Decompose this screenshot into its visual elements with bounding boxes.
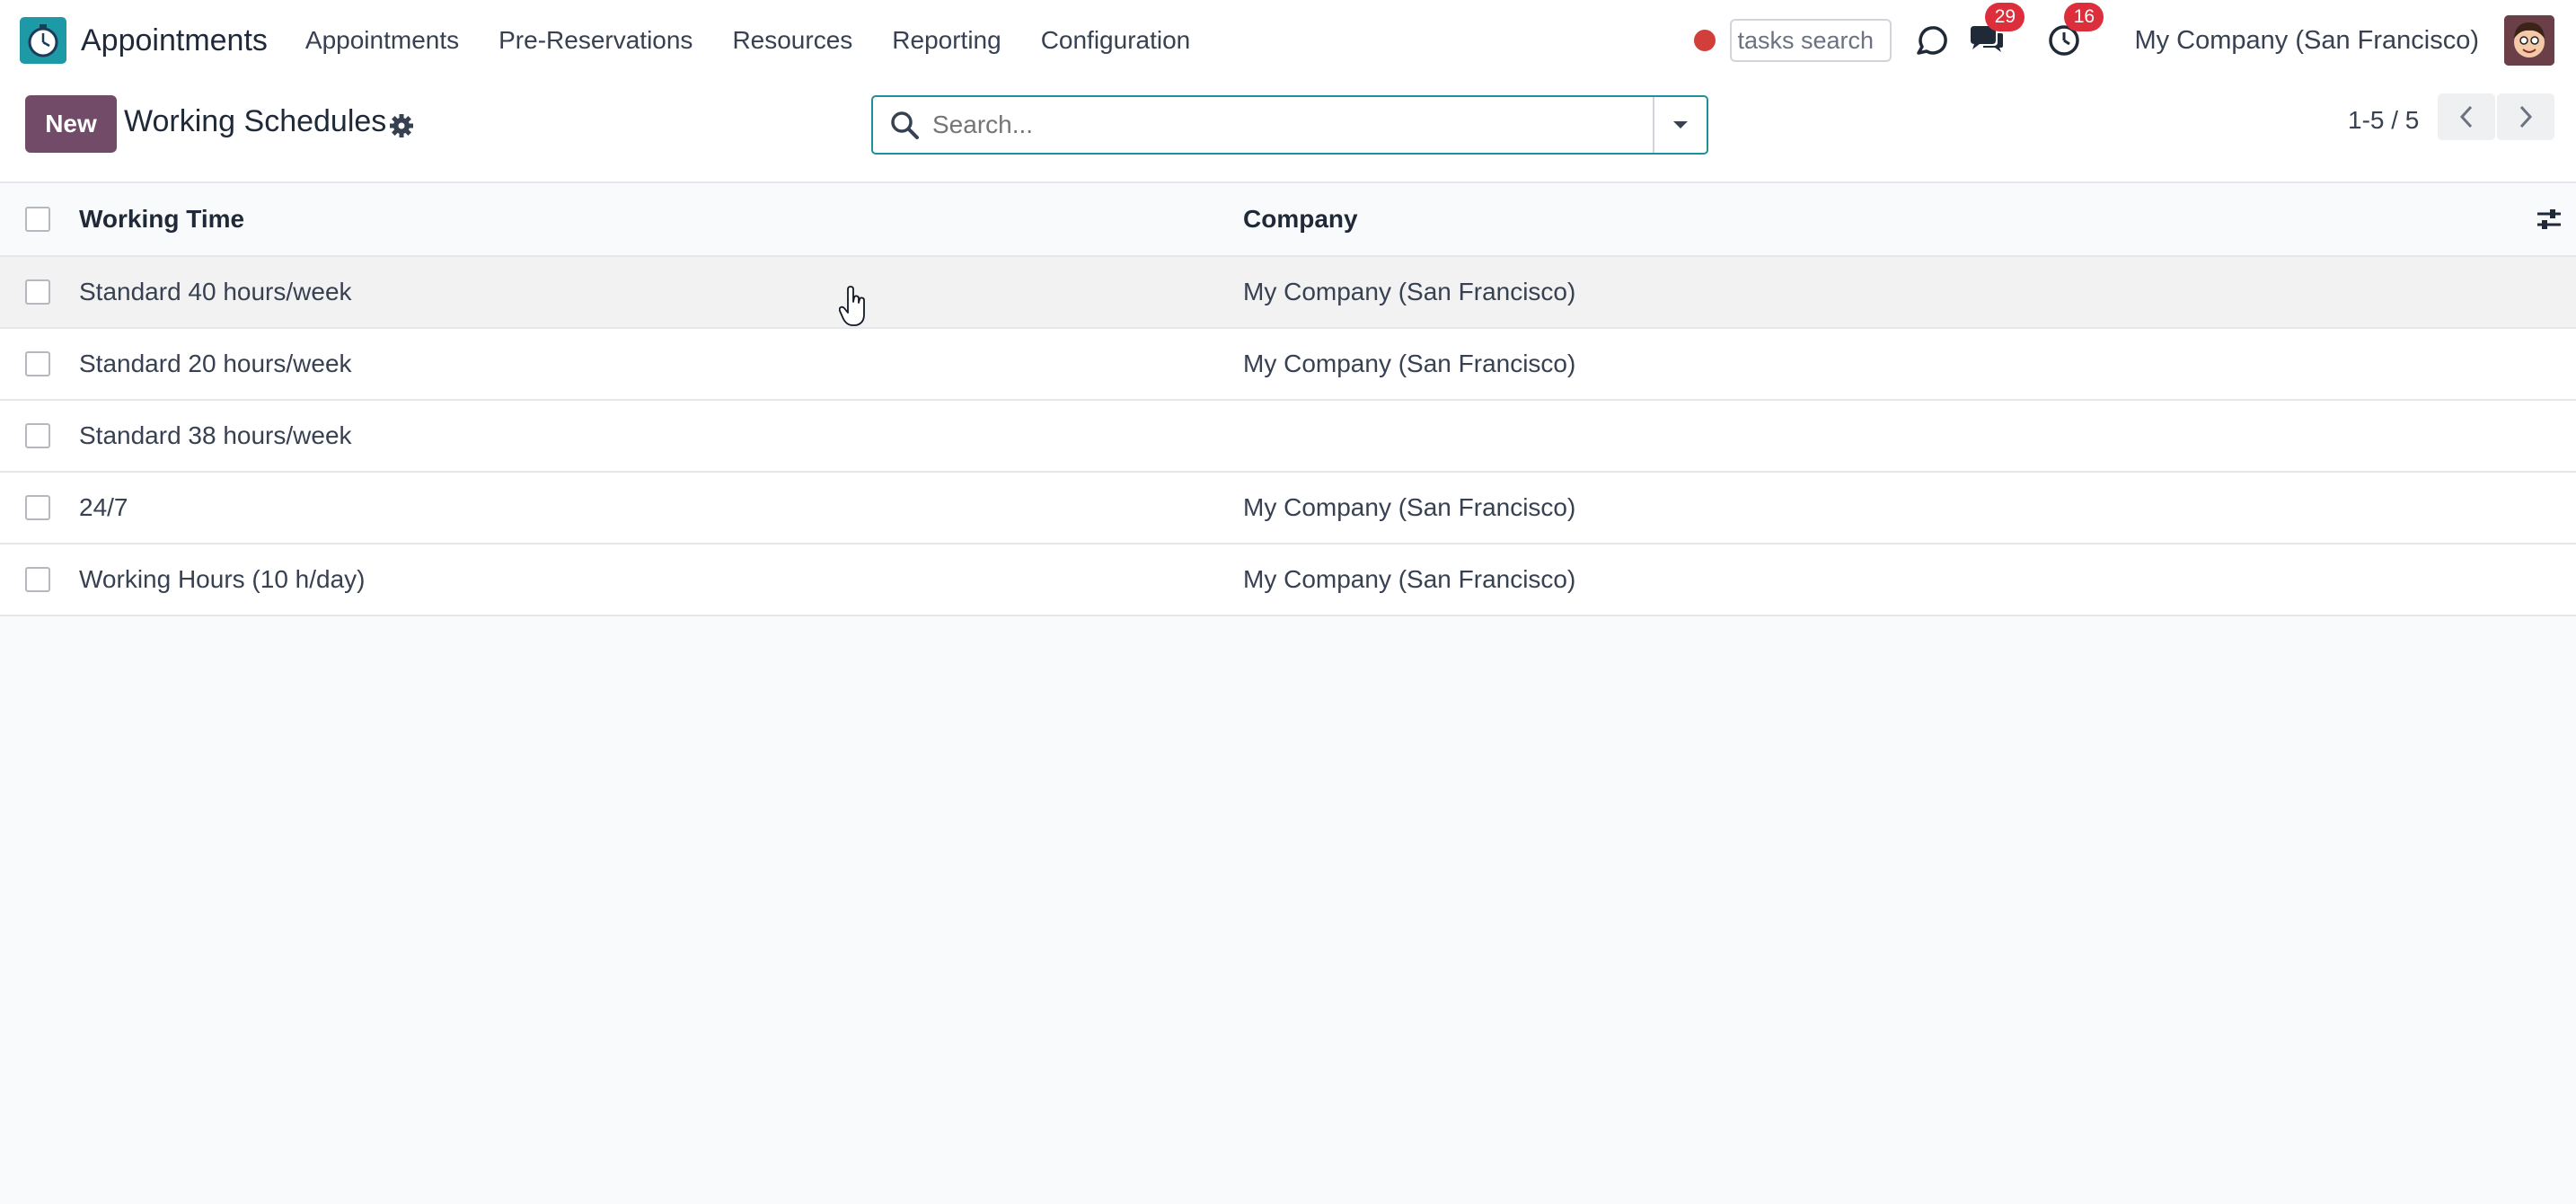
company-switcher[interactable]: My Company (San Francisco) [2134, 26, 2479, 56]
working-time-cell[interactable]: Standard 40 hours/week [79, 278, 352, 306]
select-all-checkbox[interactable] [25, 207, 50, 232]
top-navbar: Appointments Appointments Pre-Reservatio… [0, 0, 2576, 81]
company-cell[interactable]: My Company (San Francisco) [1243, 493, 1575, 522]
working-time-cell[interactable]: 24/7 [79, 493, 128, 522]
menu-appointments[interactable]: Appointments [305, 26, 459, 55]
search-options-toggle[interactable] [1653, 97, 1707, 153]
menu-configuration[interactable]: Configuration [1041, 26, 1191, 55]
activity-clock-icon[interactable]: 16 [2046, 3, 2104, 58]
main-menu: Appointments Pre-Reservations Resources … [305, 26, 1230, 55]
company-cell[interactable]: My Company (San Francisco) [1243, 278, 1575, 306]
menu-resources[interactable]: Resources [732, 26, 852, 55]
table-row[interactable]: Standard 40 hours/week My Company (San F… [0, 257, 2576, 329]
user-avatar[interactable] [2504, 15, 2554, 66]
chevron-right-icon [2519, 105, 2533, 128]
working-time-cell[interactable]: Standard 38 hours/week [79, 421, 352, 450]
table-row[interactable]: Working Hours (10 h/day) My Company (San… [0, 544, 2576, 616]
search-icon [891, 111, 919, 139]
page: Appointments Appointments Pre-Reservatio… [0, 0, 2576, 1204]
control-panel: New Working Schedules Search... 1-5 / 5 [0, 81, 2576, 183]
table-row[interactable]: Standard 20 hours/week My Company (San F… [0, 329, 2576, 401]
row-checkbox[interactable] [25, 567, 50, 592]
activities-count-badge: 16 [2064, 3, 2104, 31]
working-time-cell[interactable]: Working Hours (10 h/day) [79, 565, 366, 594]
hand-pointer-icon [839, 286, 865, 326]
navbar-systray: 29 16 My Company (San Francisco) [1694, 0, 2576, 81]
caret-down-icon [1673, 121, 1688, 128]
optional-columns-icon[interactable] [2535, 205, 2563, 234]
search-input[interactable] [932, 98, 1653, 152]
gear-icon[interactable] [388, 112, 415, 139]
table-row[interactable]: 24/7 My Company (San Francisco) [0, 473, 2576, 544]
company-cell[interactable]: My Company (San Francisco) [1243, 350, 1575, 378]
menu-pre-reservations[interactable]: Pre-Reservations [498, 26, 693, 55]
list-table: Working Time Company Standard 40 hours/w… [0, 183, 2576, 616]
search-bar [871, 95, 1708, 155]
page-title: Working Schedules [124, 104, 387, 138]
working-time-cell[interactable]: Standard 20 hours/week [79, 350, 352, 378]
app-logo-icon[interactable] [20, 17, 66, 64]
column-header-working-time[interactable]: Working Time [79, 205, 244, 234]
messages-count-badge: 29 [1985, 3, 2025, 31]
table-row[interactable]: Standard 38 hours/week [0, 401, 2576, 473]
row-checkbox[interactable] [25, 351, 50, 376]
pager-value[interactable]: 1-5 / 5 [2348, 106, 2419, 135]
menu-reporting[interactable]: Reporting [892, 26, 1001, 55]
recording-indicator[interactable] [1694, 30, 1716, 51]
row-checkbox[interactable] [25, 495, 50, 520]
table-header: Working Time Company [0, 183, 2576, 257]
odoobot-icon[interactable] [1911, 22, 1948, 58]
row-checkbox[interactable] [25, 423, 50, 448]
row-checkbox[interactable] [25, 279, 50, 305]
company-cell[interactable]: My Company (San Francisco) [1243, 565, 1575, 594]
app-name[interactable]: Appointments [81, 23, 268, 58]
tasks-search-input[interactable] [1730, 19, 1892, 62]
pager-next-button[interactable] [2497, 93, 2554, 140]
new-button[interactable]: New [25, 95, 117, 153]
chat-icon[interactable]: 29 [1967, 3, 2025, 58]
column-header-company[interactable]: Company [1243, 205, 1358, 234]
pager-previous-button[interactable] [2438, 93, 2495, 140]
chevron-left-icon [2459, 105, 2473, 128]
